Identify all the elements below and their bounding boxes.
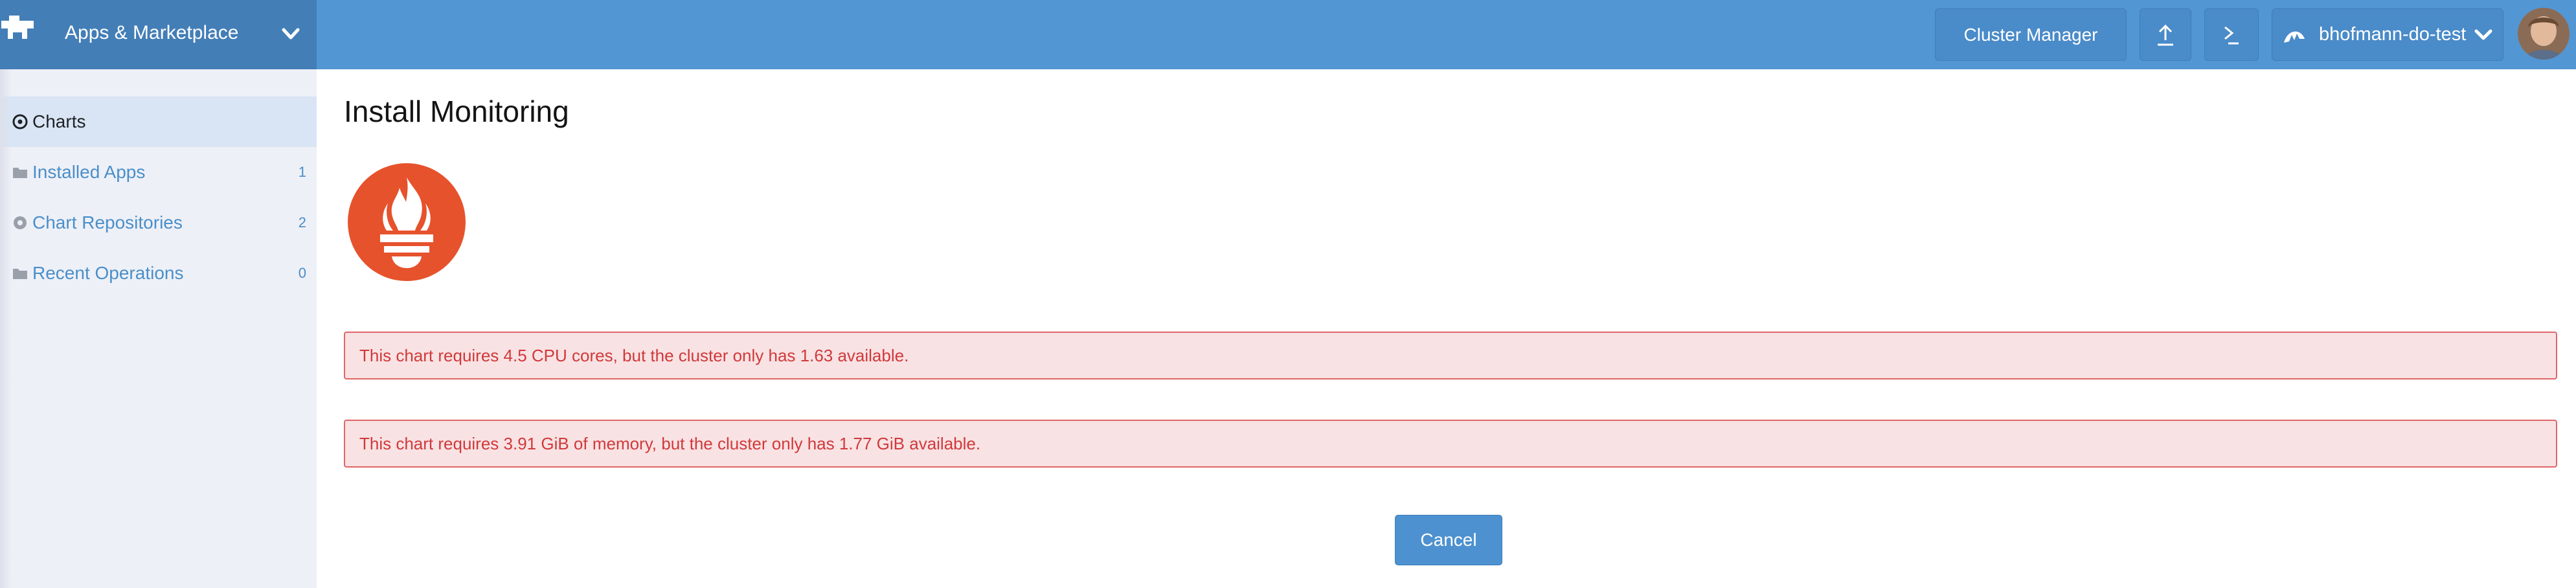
top-header: Apps & Marketplace Cluster Manager bhofm… [0, 0, 2576, 69]
chevron-down-icon [2474, 29, 2492, 40]
cluster-icon [2284, 31, 2305, 43]
cancel-button[interactable]: Cancel [1395, 515, 1502, 565]
upload-icon [2158, 24, 2173, 45]
cpu-requirement-alert: This chart requires 4.5 CPU cores, but t… [344, 332, 2557, 379]
user-label: bhofmann-do-test [2319, 24, 2467, 45]
sidebar-item-label: Charts [32, 111, 86, 131]
folder-icon [13, 269, 27, 279]
sidebar-item-chart-repositories[interactable]: Chart Repositories 2 [0, 198, 317, 248]
gear-icon [14, 216, 27, 229]
sidebar-item-recent-operations[interactable]: Recent Operations 0 [0, 248, 317, 299]
avatar[interactable] [2518, 8, 2570, 60]
sidebar-item-label: Chart Repositories [32, 212, 183, 232]
sidebar: Charts Installed Apps 1 Chart Repositori… [0, 69, 317, 588]
cancel-label: Cancel [1420, 530, 1477, 550]
folder-icon [13, 168, 27, 178]
user-cluster-menu[interactable]: bhofmann-do-test [2272, 8, 2503, 61]
kubectl-shell-button[interactable] [2204, 8, 2259, 61]
sidebar-item-label: Installed Apps [32, 162, 146, 182]
main-content: Install Monitoring This chart requires 4… [317, 69, 2576, 588]
cluster-manager-label: Cluster Manager [1963, 24, 2098, 45]
alert-text: This chart requires 3.91 GiB of memory, … [359, 433, 981, 453]
sidebar-item-charts[interactable]: Charts [0, 96, 317, 147]
app-switcher[interactable]: Apps & Marketplace [0, 0, 317, 69]
alert-text: This chart requires 4.5 CPU cores, but t… [359, 345, 909, 365]
target-icon [12, 114, 28, 130]
avatar-image [2518, 8, 2570, 60]
sidebar-item-count: 1 [298, 164, 306, 180]
sidebar-item-label: Recent Operations [32, 263, 184, 283]
terminal-icon [2224, 26, 2239, 44]
cluster-manager-button[interactable]: Cluster Manager [1935, 8, 2127, 61]
memory-requirement-alert: This chart requires 3.91 GiB of memory, … [344, 420, 2557, 468]
upload-button[interactable] [2140, 8, 2191, 61]
rancher-cow-logo-icon [1, 16, 34, 39]
sidebar-item-installed-apps[interactable]: Installed Apps 1 [0, 147, 317, 198]
chevron-down-icon [282, 28, 300, 40]
sidebar-edge-shadow [0, 69, 12, 588]
app-title: Apps & Marketplace [65, 22, 239, 43]
sidebar-item-count: 0 [298, 265, 306, 281]
page-title: Install Monitoring [344, 95, 569, 128]
sidebar-item-count: 2 [298, 214, 306, 231]
prometheus-logo-icon [348, 163, 466, 281]
